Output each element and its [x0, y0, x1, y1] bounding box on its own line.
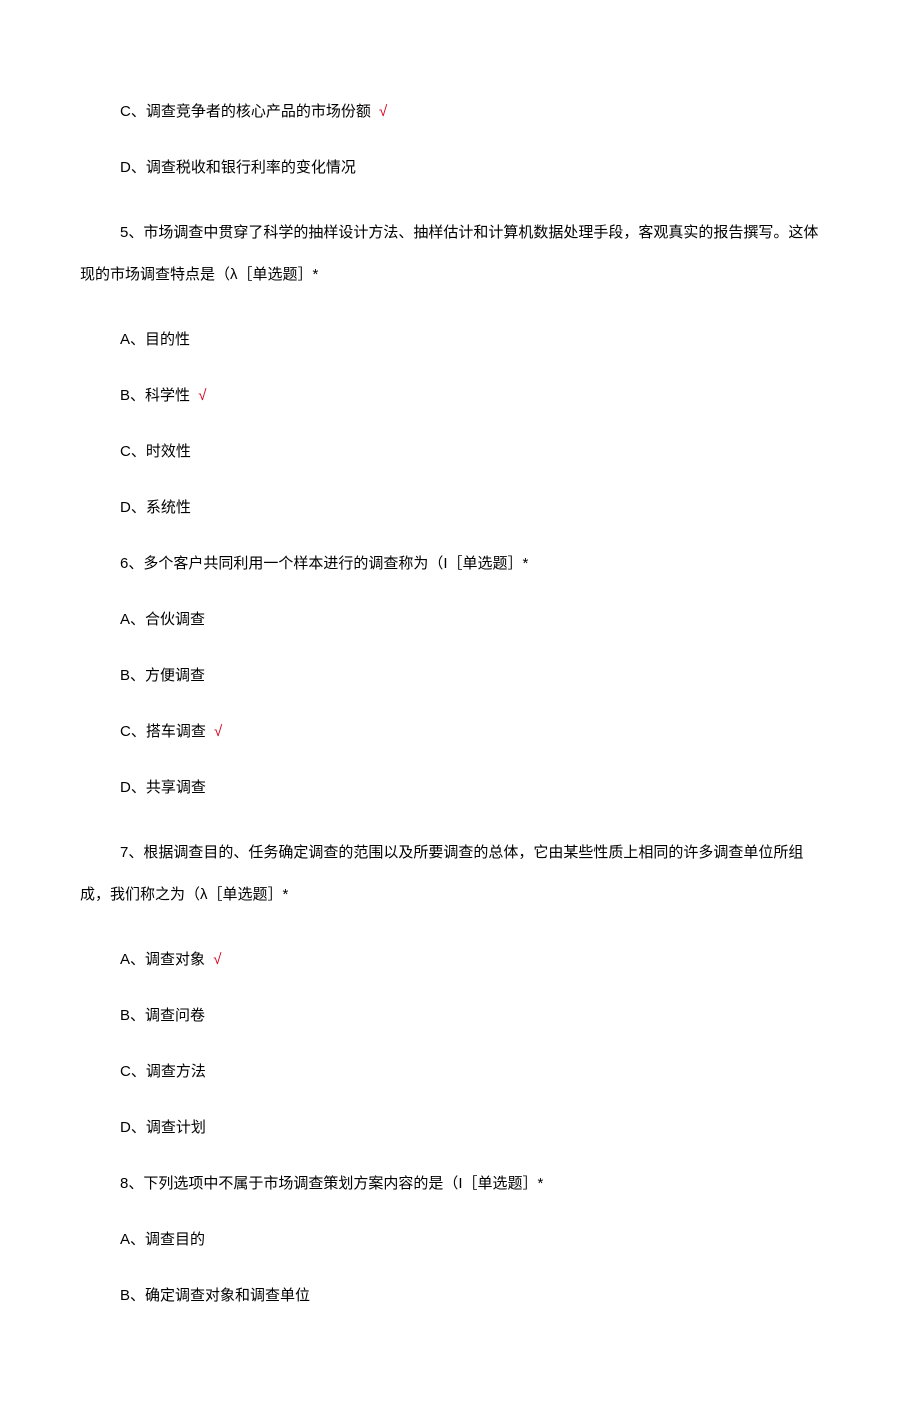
q5-question: 5、市场调查中贯穿了科学的抽样设计方法、抽样估计和计算机数据处理手段，客观真实的… [80, 212, 840, 296]
option-text: C、调查竞争者的核心产品的市场份额 [120, 103, 371, 120]
q8-option-a: A、调查目的 [80, 1228, 840, 1252]
q7-option-c: C、调查方法 [80, 1060, 840, 1084]
q6-question: 6、多个客户共同利用一个样本进行的调查称为（I［单选题］* [80, 552, 840, 576]
q6-option-c: C、搭车调查 √ [80, 720, 840, 744]
q5-option-c: C、时效性 [80, 440, 840, 464]
q8-option-b: B、确定调查对象和调查单位 [80, 1284, 840, 1308]
check-icon: √ [214, 723, 222, 740]
option-text: A、调查目的 [120, 1231, 205, 1248]
q4-option-c: C、调查竞争者的核心产品的市场份额 √ [80, 100, 840, 124]
option-text: D、系统性 [120, 499, 191, 516]
option-text: D、调查计划 [120, 1119, 206, 1136]
question-text: 8、下列选项中不属于市场调查策划方案内容的是（I［单选题］* [120, 1175, 543, 1192]
q5-option-d: D、系统性 [80, 496, 840, 520]
option-text: D、共享调查 [120, 779, 206, 796]
question-text-line2: 现的市场调查特点是（λ［单选题］* [80, 266, 318, 283]
option-text: B、调查问卷 [120, 1007, 205, 1024]
check-icon: √ [379, 103, 387, 120]
q7-option-d: D、调查计划 [80, 1116, 840, 1140]
q8-question: 8、下列选项中不属于市场调查策划方案内容的是（I［单选题］* [80, 1172, 840, 1196]
question-text-line1: 7、根据调查目的、任务确定调查的范围以及所要调查的总体，它由某些性质上相同的许多… [80, 844, 803, 861]
q6-option-d: D、共享调查 [80, 776, 840, 800]
check-icon: √ [198, 387, 206, 404]
option-text: C、调查方法 [120, 1063, 206, 1080]
q6-option-b: B、方便调查 [80, 664, 840, 688]
question-text: 6、多个客户共同利用一个样本进行的调查称为（I［单选题］* [120, 555, 528, 572]
option-text: D、调查税收和银行利率的变化情况 [120, 159, 356, 176]
option-text: B、方便调查 [120, 667, 205, 684]
q5-option-b: B、科学性 √ [80, 384, 840, 408]
question-text-line2: 成，我们称之为（λ［单选题］* [80, 886, 288, 903]
option-text: C、时效性 [120, 443, 191, 460]
option-text: A、调查对象 [120, 951, 205, 968]
option-text: A、合伙调查 [120, 611, 205, 628]
q6-option-a: A、合伙调查 [80, 608, 840, 632]
q5-option-a: A、目的性 [80, 328, 840, 352]
q4-option-d: D、调查税收和银行利率的变化情况 [80, 156, 840, 180]
question-text-line1: 5、市场调查中贯穿了科学的抽样设计方法、抽样估计和计算机数据处理手段，客观真实的… [80, 224, 818, 241]
option-text: B、确定调查对象和调查单位 [120, 1287, 310, 1304]
option-text: B、科学性 [120, 387, 190, 404]
q7-option-b: B、调查问卷 [80, 1004, 840, 1028]
q7-question: 7、根据调查目的、任务确定调查的范围以及所要调查的总体，它由某些性质上相同的许多… [80, 832, 840, 916]
q7-option-a: A、调查对象 √ [80, 948, 840, 972]
option-text: A、目的性 [120, 331, 190, 348]
option-text: C、搭车调查 [120, 723, 206, 740]
check-icon: √ [213, 951, 221, 968]
